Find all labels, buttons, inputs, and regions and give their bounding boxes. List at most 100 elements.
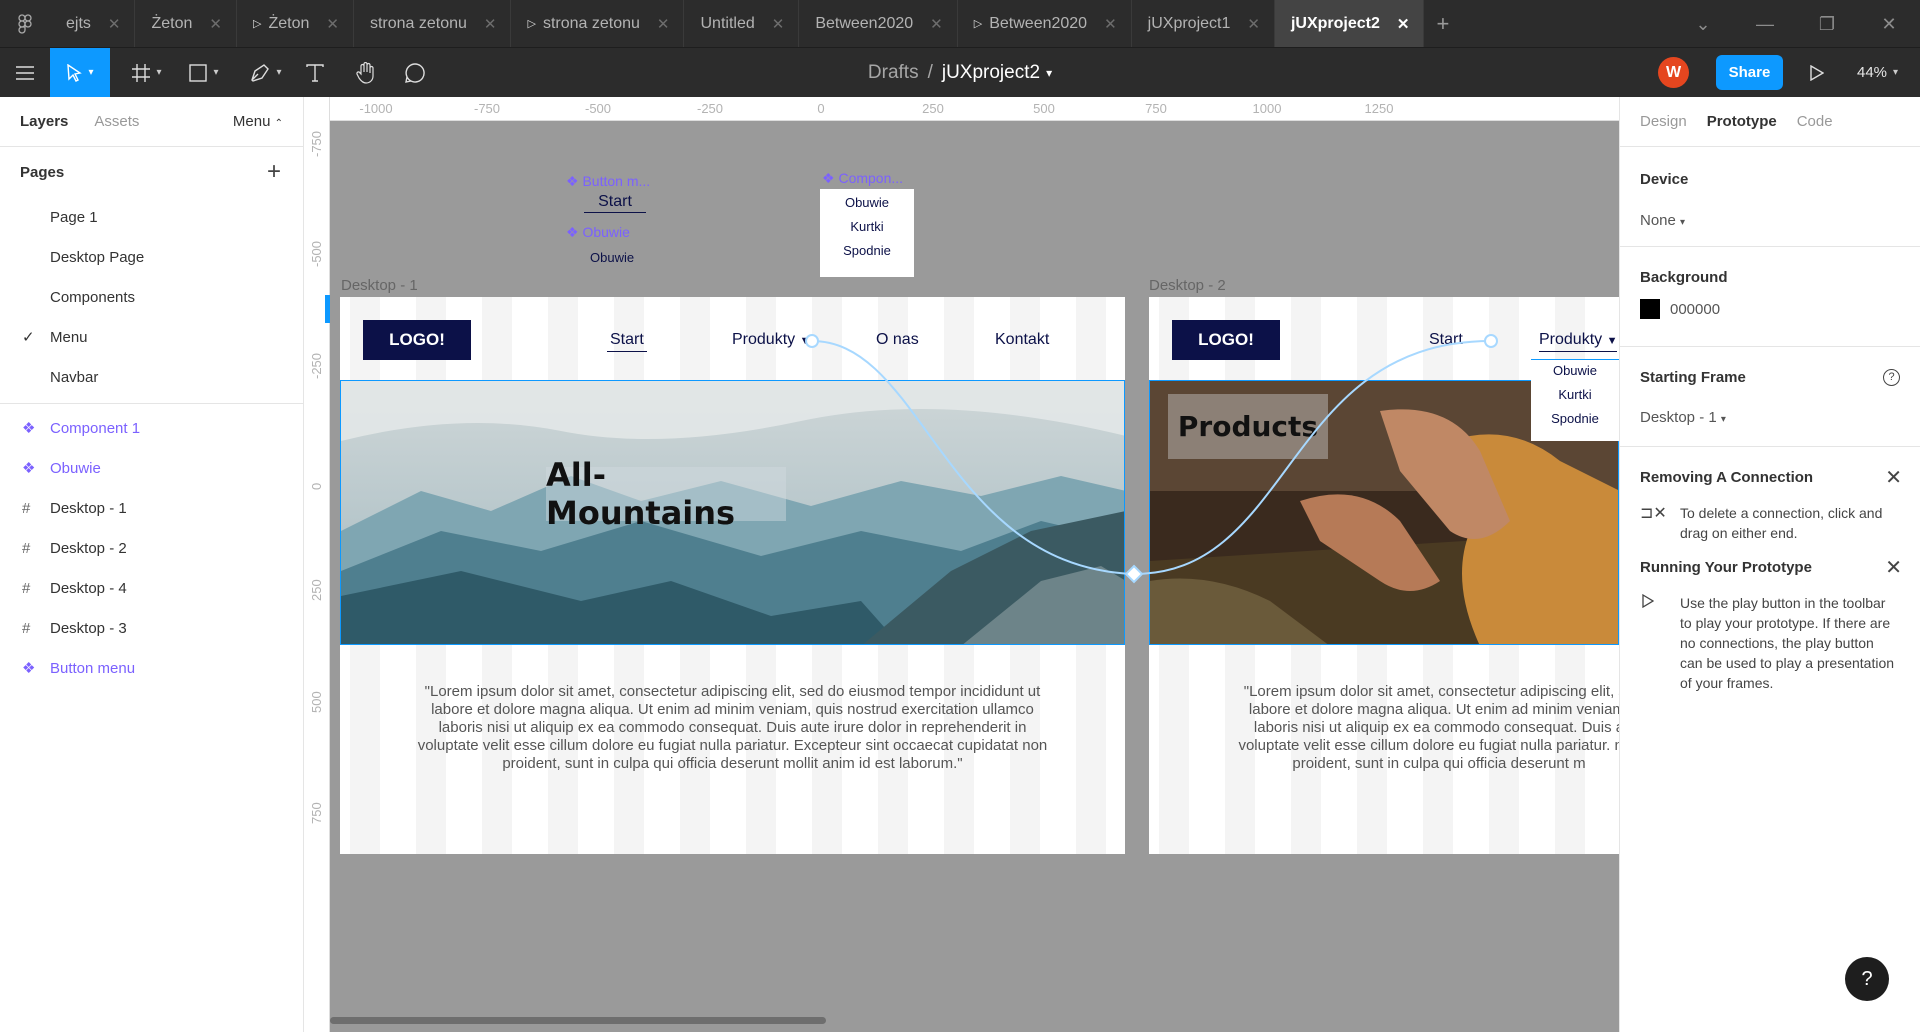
close-icon[interactable]: ✕ xyxy=(326,15,339,33)
frame-tool-button[interactable]: ▾ xyxy=(122,48,172,97)
tab-4[interactable]: ▷ strona zetonu ✕ xyxy=(511,0,685,47)
comment-tool-button[interactable] xyxy=(400,48,430,97)
page-item[interactable]: Navbar xyxy=(0,357,303,397)
move-tool-button[interactable]: ▾ xyxy=(50,48,110,97)
close-icon[interactable]: ✕ xyxy=(108,15,121,33)
frame-icon: # xyxy=(22,499,31,517)
page-item[interactable]: ✓ Menu xyxy=(0,317,303,357)
frame-icon xyxy=(132,63,151,82)
tab-2[interactable]: ▷ Żeton ✕ xyxy=(237,0,354,47)
zoom-dropdown[interactable]: 44% ▾ xyxy=(1857,48,1898,97)
close-icon[interactable]: ✕ xyxy=(1247,15,1260,33)
chevron-up-icon: ⌃ xyxy=(274,118,283,129)
text-tool-button[interactable] xyxy=(300,48,330,97)
cursor-icon xyxy=(67,63,83,82)
page-label: Navbar xyxy=(50,368,99,386)
layer-item[interactable]: # Desktop - 4 xyxy=(0,568,303,608)
hamburger-menu-icon[interactable] xyxy=(8,48,42,97)
tab-code[interactable]: Code xyxy=(1797,113,1833,130)
hand-icon xyxy=(356,61,374,84)
present-button[interactable] xyxy=(1802,48,1832,97)
layer-item[interactable]: ❖ Button menu xyxy=(0,648,303,688)
help-button[interactable]: ? xyxy=(1845,957,1889,1001)
breadcrumb-parent[interactable]: Drafts xyxy=(868,62,919,84)
close-icon[interactable]: ✕ xyxy=(484,15,497,33)
properties-panel: Design Prototype Code Device None ▾ Backgr… xyxy=(1619,97,1920,1032)
layer-label: Desktop - 2 xyxy=(50,539,127,557)
help-circle-icon[interactable]: ? xyxy=(1883,369,1900,386)
close-window-icon[interactable]: ✕ xyxy=(1858,14,1920,35)
hand-tool-button[interactable] xyxy=(350,48,380,97)
tab-0[interactable]: ejts ✕ xyxy=(50,0,136,47)
tab-label: jUXproject2 xyxy=(1290,14,1380,32)
layers-list: ❖ Component 1 ❖ Obuwie # Desktop - 1 # Desktop … xyxy=(0,408,303,688)
tab-1[interactable]: Żeton ✕ xyxy=(135,0,237,47)
pages-title: Pages xyxy=(20,163,65,181)
minimize-icon[interactable]: — xyxy=(1734,14,1796,35)
close-icon[interactable]: ✕ xyxy=(657,15,670,33)
close-icon[interactable]: ✕ xyxy=(772,15,785,33)
text-icon xyxy=(306,63,324,82)
frame-icon: # xyxy=(22,579,31,597)
tab-7[interactable]: ▷ Between2020 ✕ xyxy=(958,0,1132,47)
share-button[interactable]: Share xyxy=(1716,55,1783,90)
background-section: Background 000000 xyxy=(1620,247,1920,347)
background-hex[interactable]: 000000 xyxy=(1670,301,1720,318)
pen-icon xyxy=(251,63,270,82)
chevron-down-icon[interactable]: ▾ xyxy=(1046,66,1052,80)
file-name[interactable]: jUXproject2 xyxy=(942,62,1040,84)
chevron-down-icon[interactable]: ⌄ xyxy=(1672,14,1734,35)
page-item[interactable]: Page 1 xyxy=(0,197,303,237)
tab-6[interactable]: Between2020 ✕ xyxy=(799,0,958,47)
tab-assets[interactable]: Assets xyxy=(94,113,139,130)
layer-item[interactable]: ❖ Component 1 xyxy=(0,408,303,448)
tab-layers[interactable]: Layers xyxy=(20,113,68,130)
page-menu-dropdown[interactable]: Menu ⌃ xyxy=(233,113,283,130)
component-icon: ❖ xyxy=(22,420,36,437)
page-item[interactable]: Components xyxy=(0,277,303,317)
tab-design[interactable]: Design xyxy=(1640,113,1687,130)
tab-label: Between2020 xyxy=(815,14,914,32)
tab-label: ejts xyxy=(66,14,91,32)
shape-tool-button[interactable]: ▾ xyxy=(182,48,226,97)
close-icon[interactable]: ✕ xyxy=(1885,465,1902,490)
avatar[interactable]: W xyxy=(1658,57,1689,88)
horizontal-scrollbar[interactable] xyxy=(330,1017,826,1024)
close-icon[interactable]: ✕ xyxy=(1885,555,1902,580)
close-icon[interactable]: ✕ xyxy=(930,15,943,33)
tab-5[interactable]: Untitled ✕ xyxy=(684,0,800,47)
layer-item[interactable]: # Desktop - 3 xyxy=(0,608,303,648)
device-value: None xyxy=(1640,212,1676,229)
add-page-icon[interactable]: + xyxy=(267,158,281,186)
play-icon xyxy=(1810,64,1824,81)
pages-header: Pages + xyxy=(0,147,303,197)
connection-end-handle[interactable] xyxy=(1484,334,1498,348)
connection-start-handle[interactable] xyxy=(805,334,819,348)
close-icon[interactable]: ✕ xyxy=(209,15,222,33)
tab-prototype[interactable]: Prototype xyxy=(1707,113,1777,130)
page-label: Desktop Page xyxy=(50,248,145,266)
figma-logo-icon[interactable] xyxy=(0,0,50,47)
canvas[interactable]: -1000 -750 -500 -250 0 250 500 750 1000 1250 -750… xyxy=(304,97,1619,1032)
layer-item[interactable]: ❖ Obuwie xyxy=(0,448,303,488)
running-title: Running Your Prototype xyxy=(1640,559,1812,576)
close-icon[interactable]: ✕ xyxy=(1397,15,1410,33)
layer-label: Desktop - 4 xyxy=(50,579,127,597)
new-tab-button[interactable]: + xyxy=(1424,0,1461,47)
tab-3[interactable]: strona zetonu ✕ xyxy=(354,0,512,47)
pen-tool-button[interactable]: ▾ xyxy=(242,48,290,97)
starting-frame-dropdown[interactable]: Desktop - 1 ▾ xyxy=(1640,409,1726,426)
pages-list: Page 1 Desktop Page Components ✓ Menu Navbar xyxy=(0,197,303,397)
tab-label: Żeton xyxy=(268,14,310,32)
starting-frame-title: Starting Frame xyxy=(1640,369,1746,386)
device-dropdown[interactable]: None ▾ xyxy=(1640,212,1685,229)
prototype-connection[interactable] xyxy=(304,97,1619,1032)
tab-8[interactable]: jUXproject1 ✕ xyxy=(1132,0,1275,47)
layer-item[interactable]: # Desktop - 2 xyxy=(0,528,303,568)
page-item[interactable]: Desktop Page xyxy=(0,237,303,277)
tab-9[interactable]: jUXproject2 ✕ xyxy=(1274,0,1425,47)
restore-icon[interactable]: ❐ xyxy=(1796,14,1858,35)
close-icon[interactable]: ✕ xyxy=(1104,15,1117,33)
layer-item[interactable]: # Desktop - 1 xyxy=(0,488,303,528)
color-swatch[interactable] xyxy=(1640,299,1660,319)
